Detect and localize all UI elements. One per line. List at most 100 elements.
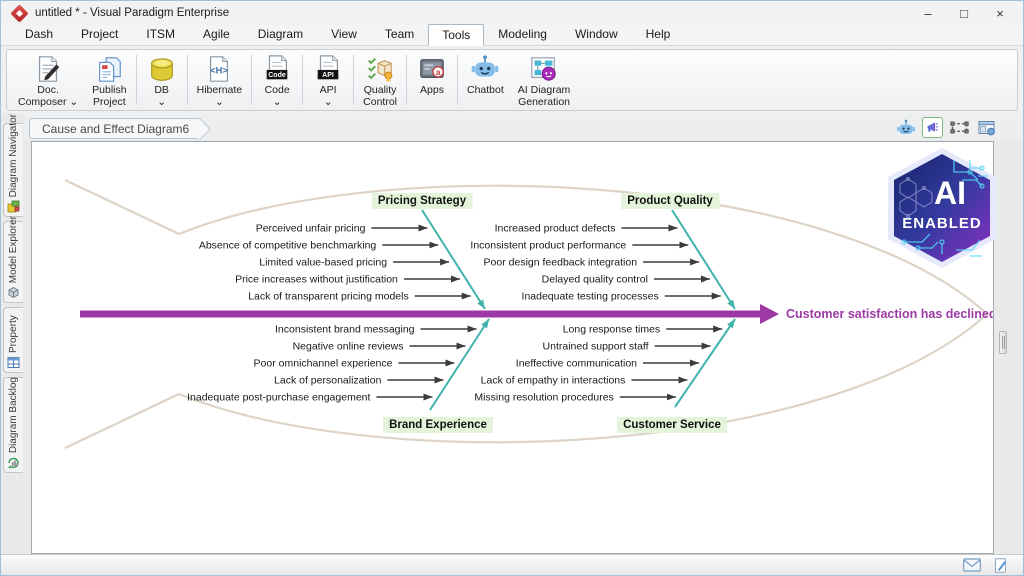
sidebar-tab-label: Model Explorer — [8, 216, 19, 283]
api-icon: API — [313, 54, 343, 84]
cause-label[interactable]: Delayed quality control — [542, 274, 648, 286]
fishbone-category-customer-service: Long response times Untrained support sta… — [474, 319, 735, 433]
cause-label[interactable]: Inadequate post-purchase engagement — [187, 392, 370, 404]
tab-label: Cause and Effect Diagram6 — [42, 122, 189, 136]
toolbar-button-label: Generation — [518, 96, 570, 108]
minimize-button[interactable]: – — [913, 3, 943, 23]
menu-tools[interactable]: Tools — [428, 24, 484, 46]
maximize-button[interactable]: □ — [949, 3, 979, 23]
badge-ai-text: AI — [934, 175, 966, 211]
cause-label[interactable]: Inconsistent brand messaging — [275, 324, 415, 336]
toolbar-button-label: Doc. — [37, 84, 59, 96]
category-label[interactable]: Pricing Strategy — [378, 195, 467, 207]
effect-label[interactable]: Customer satisfaction has declined — [786, 307, 993, 321]
toolbar-button-label: DB — [154, 84, 169, 96]
category-bone[interactable] — [672, 210, 735, 309]
ai-diagram-generation-icon — [529, 54, 559, 84]
tab-cause-and-effect-diagram6[interactable]: Cause and Effect Diagram6 — [29, 118, 199, 139]
db-icon — [147, 54, 177, 84]
menu-itsm[interactable]: ITSM — [132, 23, 189, 45]
ai-diagram-generation-button[interactable]: AI DiagramGeneration — [511, 52, 578, 108]
menu-project[interactable]: Project — [67, 23, 132, 45]
cause-label[interactable]: Poor omnichannel experience — [254, 358, 393, 370]
menu-dash[interactable]: Dash — [11, 23, 67, 45]
apps-button[interactable]: aApps — [409, 52, 455, 108]
quality-control-button[interactable]: QualityControl — [356, 52, 404, 108]
doc-composer-button[interactable]: Doc.Composer ⌄ — [11, 52, 85, 108]
toolbar-separator — [187, 55, 188, 105]
toolbar-button-label: ⌄ — [157, 96, 166, 108]
visual-paradigm-logo-icon — [13, 7, 26, 20]
toolbar-separator — [353, 55, 354, 105]
mail-icon[interactable] — [963, 557, 981, 573]
menu-help[interactable]: Help — [632, 23, 685, 45]
menu-diagram[interactable]: Diagram — [244, 23, 317, 45]
cause-label[interactable]: Inconsistent product performance — [470, 240, 626, 252]
cause-label[interactable]: Negative online reviews — [293, 341, 404, 353]
publish-project-button[interactable]: PublishProject — [85, 52, 133, 108]
sidebar-tab-property[interactable]: Property — [3, 307, 23, 373]
sidebar-tab-diagram-backlog[interactable]: Diagram Backlog — [3, 377, 23, 473]
category-label[interactable]: Brand Experience — [389, 419, 487, 431]
visual-paradigm-window: { "window": { "title": "untitled * - Vis… — [0, 0, 1024, 576]
cause-label[interactable]: Long response times — [563, 324, 660, 336]
fishbone-category-brand-experience: Inconsistent brand messaging Negative onl… — [187, 319, 493, 433]
menu-view[interactable]: View — [317, 23, 371, 45]
menu-agile[interactable]: Agile — [189, 23, 244, 45]
hibernate-button[interactable]: <H>Hibernate⌄ — [190, 52, 250, 108]
fishbone-category-pricing-strategy: Perceived unfair pricing Absence of compe… — [199, 193, 485, 309]
code-button[interactable]: CodeCode⌄ — [254, 52, 300, 108]
fishbone-diagram: Customer satisfaction has declined Percei… — [32, 142, 993, 553]
toolbar-separator — [302, 55, 303, 105]
toolbar-button-label: Hibernate — [197, 84, 243, 96]
fit-selection-icon[interactable] — [949, 117, 970, 138]
toolbar-separator — [136, 55, 137, 105]
cause-label[interactable]: Increased product defects — [495, 223, 616, 235]
sidebar-tab-diagram-navigator[interactable]: Diagram Navigator — [3, 123, 23, 217]
toolbar-button-label: Code — [265, 84, 290, 96]
hibernate-icon: <H> — [204, 54, 234, 84]
toolbar: Doc.Composer ⌄PublishProjectDB⌄<H>Hibern… — [6, 49, 1018, 111]
svg-text:a: a — [436, 67, 441, 77]
cause-label[interactable]: Lack of transparent pricing models — [248, 291, 409, 303]
category-label[interactable]: Product Quality — [627, 195, 713, 207]
db-button[interactable]: DB⌄ — [139, 52, 185, 108]
announcement-icon[interactable] — [922, 117, 943, 138]
cause-label[interactable]: Untrained support staff — [543, 341, 649, 353]
menu-team[interactable]: Team — [371, 23, 428, 45]
menu-modeling[interactable]: Modeling — [484, 23, 561, 45]
toolbar-button-label: Quality — [364, 84, 397, 96]
cause-label[interactable]: Lack of personalization — [274, 375, 382, 387]
cause-label[interactable]: Price increases without justification — [235, 274, 398, 286]
chatbot-button[interactable]: Chatbot — [460, 52, 511, 108]
cause-label[interactable]: Lack of empathy in interactions — [481, 375, 626, 387]
chatbot-icon[interactable] — [895, 117, 916, 138]
menu-window[interactable]: Window — [561, 23, 632, 45]
toolbar-button-label: Composer ⌄ — [18, 96, 78, 108]
api-button[interactable]: APIAPI⌄ — [305, 52, 351, 108]
ai-enabled-badge: AI ENABLED — [884, 146, 1000, 270]
cause-label[interactable]: Limited value-based pricing — [259, 257, 387, 269]
svg-text:<H>: <H> — [211, 66, 229, 76]
category-bone[interactable] — [422, 210, 485, 309]
cause-label[interactable]: Poor design feedback integration — [484, 257, 638, 269]
diagram-backlog-icon — [7, 456, 20, 469]
sidebar-tab-model-explorer[interactable]: Model Explorer — [3, 221, 23, 303]
edit-document-icon[interactable] — [991, 557, 1009, 573]
diagram-canvas[interactable]: Customer satisfaction has declined Percei… — [31, 141, 994, 554]
sidebar-tab-label: Property — [8, 313, 19, 353]
cause-label[interactable]: Absence of competitive benchmarking — [199, 240, 377, 252]
cause-label[interactable]: Perceived unfair pricing — [256, 223, 366, 235]
cause-label[interactable]: Inadequate testing processes — [522, 291, 659, 303]
cause-label[interactable]: Missing resolution procedures — [474, 392, 613, 404]
toolbar-button-label: Project — [93, 96, 126, 108]
category-label[interactable]: Customer Service — [623, 419, 721, 431]
panel-layout-icon[interactable] — [976, 117, 997, 138]
apps-icon: a — [417, 54, 447, 84]
right-panel-grip[interactable] — [999, 331, 1007, 354]
svg-text:API: API — [322, 72, 334, 79]
close-button[interactable]: × — [985, 3, 1015, 23]
chatbot-icon — [470, 54, 500, 84]
property-icon — [7, 356, 20, 369]
cause-label[interactable]: Ineffective communication — [516, 358, 637, 370]
